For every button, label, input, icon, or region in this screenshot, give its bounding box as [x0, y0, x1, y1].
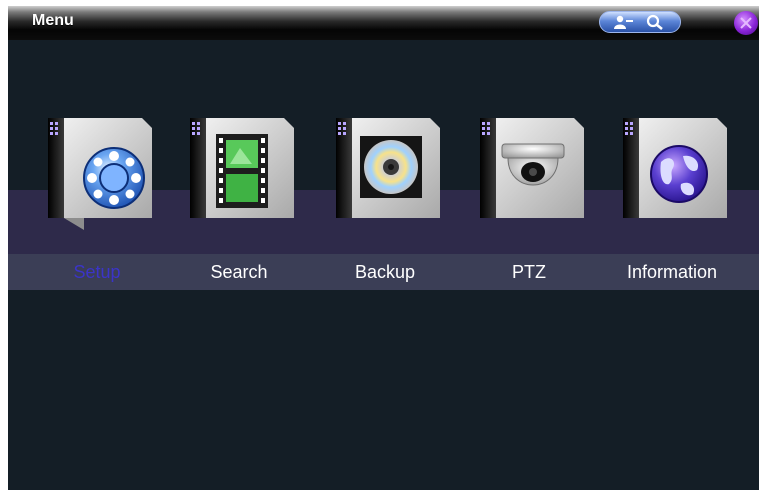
menu-label-ptz: PTZ	[512, 262, 546, 282]
menu-label-information: Information	[626, 262, 718, 282]
close-button[interactable]	[734, 11, 758, 35]
menu-item-information[interactable]: Information	[613, 114, 753, 290]
globe-icon	[623, 118, 727, 218]
close-icon	[740, 17, 752, 29]
user-search-button[interactable]	[599, 11, 681, 33]
menu-label-search: Search	[210, 262, 268, 282]
menu-item-search[interactable]: Search	[180, 114, 320, 290]
film-strip-icon	[190, 118, 294, 218]
menu-item-ptz[interactable]: PTZ	[470, 114, 610, 290]
window-title: Menu	[32, 12, 74, 29]
user-icon	[614, 15, 633, 29]
menu-window: Menu Setup Search Backup PTZ Information	[8, 6, 759, 490]
menu-label-setup: Setup	[73, 262, 121, 282]
disc-icon	[336, 118, 440, 218]
menu-item-setup[interactable]: Setup	[38, 114, 178, 290]
menu-label-backup: Backup	[354, 262, 416, 282]
dome-camera-icon	[480, 118, 584, 218]
menu-item-backup[interactable]: Backup	[326, 114, 466, 290]
magnifier-icon	[646, 14, 663, 30]
title-bar: Menu	[8, 6, 759, 40]
setup-gear-icon	[48, 118, 152, 230]
